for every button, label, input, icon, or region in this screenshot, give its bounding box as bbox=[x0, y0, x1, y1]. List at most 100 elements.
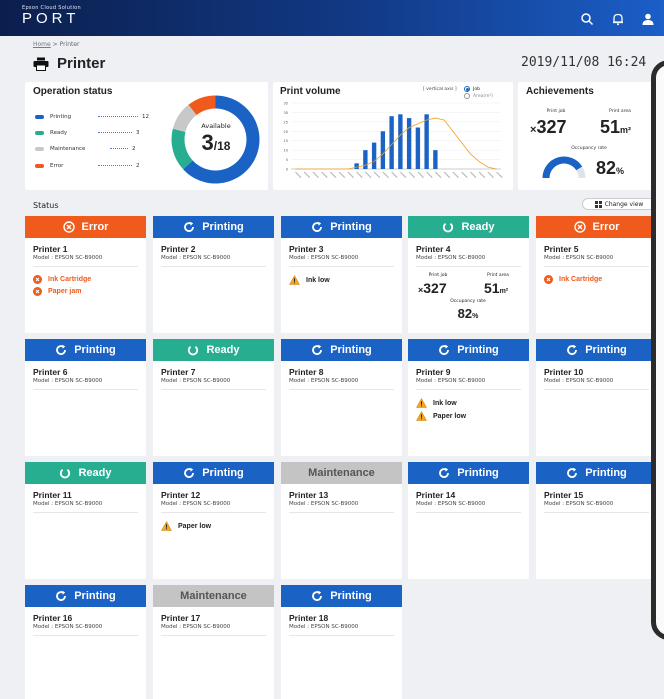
refresh-icon bbox=[184, 221, 195, 232]
printer-name: Printer 13 bbox=[289, 490, 329, 500]
page-title: Printer bbox=[57, 55, 106, 72]
error-icon bbox=[544, 275, 553, 284]
operation-status-panel: Operation status Printing 12 Ready 3 Mai… bbox=[25, 82, 268, 190]
y-tick-label: 5 bbox=[286, 158, 288, 162]
printer-status-header: Printing bbox=[25, 339, 146, 361]
grid-icon bbox=[594, 200, 602, 208]
volume-bar bbox=[406, 118, 412, 169]
printer-card[interactable]: Printing Printer 10 Model : EPSON SC-B9000 bbox=[536, 339, 657, 456]
printer-status-header: Printing bbox=[153, 462, 274, 484]
top-bar: Epson Cloud Solution PORT bbox=[0, 0, 664, 36]
printer-status-header: Printing bbox=[408, 462, 529, 484]
stat-job: ×327 bbox=[418, 280, 447, 298]
print-volume-panel: Print volume [ vertical axis ] Job Area(… bbox=[273, 82, 513, 190]
refresh-icon bbox=[439, 344, 450, 355]
bell-icon[interactable] bbox=[611, 12, 625, 26]
printer-status-text: Printing bbox=[585, 344, 627, 356]
printer-status-text: Printing bbox=[202, 221, 244, 233]
printer-model: Model : EPSON SC-B9000 bbox=[161, 501, 266, 513]
printer-status-header: Ready bbox=[408, 216, 529, 238]
x-tick-mark bbox=[391, 171, 398, 179]
x-tick-mark bbox=[408, 171, 416, 179]
alert-item: Paper low bbox=[416, 411, 521, 421]
user-icon[interactable] bbox=[641, 12, 655, 26]
printer-model: Model : EPSON SC-B9000 bbox=[544, 501, 649, 513]
stat-area-label: Print area bbox=[487, 273, 509, 278]
printer-status-text: Printing bbox=[330, 590, 372, 602]
x-tick-mark bbox=[382, 171, 389, 179]
printer-name: Printer 6 bbox=[33, 367, 68, 377]
y-tick-label: 30 bbox=[284, 111, 288, 115]
printer-card[interactable]: Printing Printer 18 Model : EPSON SC-B9000 bbox=[281, 585, 402, 699]
occupancy-stat: 82% bbox=[596, 158, 624, 179]
printer-card[interactable]: Printing Printer 14 Model : EPSON SC-B9000 bbox=[408, 462, 529, 579]
printer-card[interactable]: Printing Printer 15 Model : EPSON SC-B9000 bbox=[536, 462, 657, 579]
printer-card[interactable]: Ready Printer 11 Model : EPSON SC-B9000 bbox=[25, 462, 146, 579]
print-volume-chart: 35 30 25 20 15 10 5 0 bbox=[284, 102, 503, 179]
refresh-icon bbox=[439, 467, 450, 478]
warning-icon bbox=[416, 411, 427, 421]
volume-bar bbox=[424, 114, 429, 169]
legend-leader bbox=[98, 115, 138, 117]
x-tick-mark bbox=[312, 171, 319, 179]
x-tick-mark bbox=[417, 171, 424, 179]
y-tick-label: 10 bbox=[284, 149, 288, 153]
x-tick-mark bbox=[487, 171, 494, 179]
x-tick-mark bbox=[452, 171, 459, 179]
print-area-unit: m² bbox=[620, 125, 632, 135]
printer-model: Model : EPSON SC-B9000 bbox=[33, 378, 138, 390]
alert-text: Paper low bbox=[433, 412, 467, 420]
change-view-button[interactable]: Change view bbox=[582, 198, 656, 210]
printer-status-text: Printing bbox=[330, 221, 372, 233]
x-tick-mark bbox=[338, 171, 346, 179]
printer-card[interactable]: Printing Printer 16 Model : EPSON SC-B9000 bbox=[25, 585, 146, 699]
printer-status-header: Printing bbox=[281, 216, 402, 238]
print-job-stat: ×327 bbox=[530, 117, 566, 138]
printer-card[interactable]: Ready Printer 4 Model : EPSON SC-B9000 Prin… bbox=[408, 216, 529, 333]
printer-model: Model : EPSON SC-B9000 bbox=[33, 624, 138, 636]
refresh-icon bbox=[312, 344, 323, 355]
operation-status-title: Operation status bbox=[33, 86, 113, 97]
volume-bar bbox=[354, 163, 359, 169]
refresh-icon bbox=[567, 467, 578, 478]
x-tick-mark bbox=[399, 171, 407, 179]
legend-swatch-maintenance bbox=[35, 147, 44, 151]
current-datetime: 2019/11/08 16:24 bbox=[521, 55, 647, 70]
printer-card[interactable]: Error Printer 1 Model : EPSON SC-B9000 Ink … bbox=[25, 216, 146, 333]
refresh-icon bbox=[56, 344, 67, 355]
alert-text: Ink low bbox=[306, 276, 330, 284]
printer-card[interactable]: Printing Printer 8 Model : EPSON SC-B9000 bbox=[281, 339, 402, 456]
printer-status-header: Printing bbox=[153, 216, 274, 238]
search-icon[interactable] bbox=[580, 12, 594, 26]
printer-name: Printer 17 bbox=[161, 613, 201, 623]
x-tick-mark bbox=[321, 171, 328, 179]
error-icon bbox=[33, 287, 42, 296]
stat-job-label: Print job bbox=[428, 273, 448, 278]
printer-card[interactable]: Error Printer 5 Model : EPSON SC-B9000 Ink … bbox=[536, 216, 657, 333]
printer-name: Printer 15 bbox=[544, 490, 584, 500]
y-tick-label: 35 bbox=[284, 102, 288, 106]
printer-card[interactable]: Ready Printer 7 Model : EPSON SC-B9000 bbox=[153, 339, 274, 456]
x-tick-mark bbox=[443, 171, 451, 179]
printer-card[interactable]: Printing Printer 3 Model : EPSON SC-B9000 I… bbox=[281, 216, 402, 333]
printer-model: Model : EPSON SC-B9000 bbox=[33, 501, 138, 513]
printer-model: Model : EPSON SC-B9000 bbox=[289, 255, 394, 267]
printer-card[interactable]: Printing Printer 12 Model : EPSON SC-B9000… bbox=[153, 462, 274, 579]
printer-card[interactable]: Printing Printer 2 Model : EPSON SC-B9000 bbox=[153, 216, 274, 333]
printer-card[interactable]: Printing Printer 6 Model : EPSON SC-B9000 bbox=[25, 339, 146, 456]
printer-status-text: Printing bbox=[74, 590, 116, 602]
printer-card[interactable]: Maintenance Printer 17 Model : EPSON SC-B9… bbox=[153, 585, 274, 699]
breadcrumb-home-link[interactable]: Home bbox=[33, 41, 51, 48]
printer-name: Printer 16 bbox=[33, 613, 73, 623]
legend-label: Printing bbox=[50, 114, 72, 120]
legend-printing: Printing 12 bbox=[35, 114, 149, 120]
printer-status-header: Ready bbox=[153, 339, 274, 361]
printer-card[interactable]: Maintenance Printer 13 Model : EPSON SC-B9… bbox=[281, 462, 402, 579]
x-tick-mark bbox=[426, 171, 433, 179]
printer-card[interactable]: Printing Printer 9 Model : EPSON SC-B9000 I… bbox=[408, 339, 529, 456]
alert-text: Ink Cartridge bbox=[48, 276, 92, 283]
printer-status-header: Maintenance bbox=[281, 462, 402, 484]
brand-logo[interactable]: Epson Cloud Solution PORT bbox=[22, 5, 81, 27]
printer-model: Model : EPSON SC-B9000 bbox=[289, 378, 394, 390]
volume-bar bbox=[371, 142, 377, 169]
